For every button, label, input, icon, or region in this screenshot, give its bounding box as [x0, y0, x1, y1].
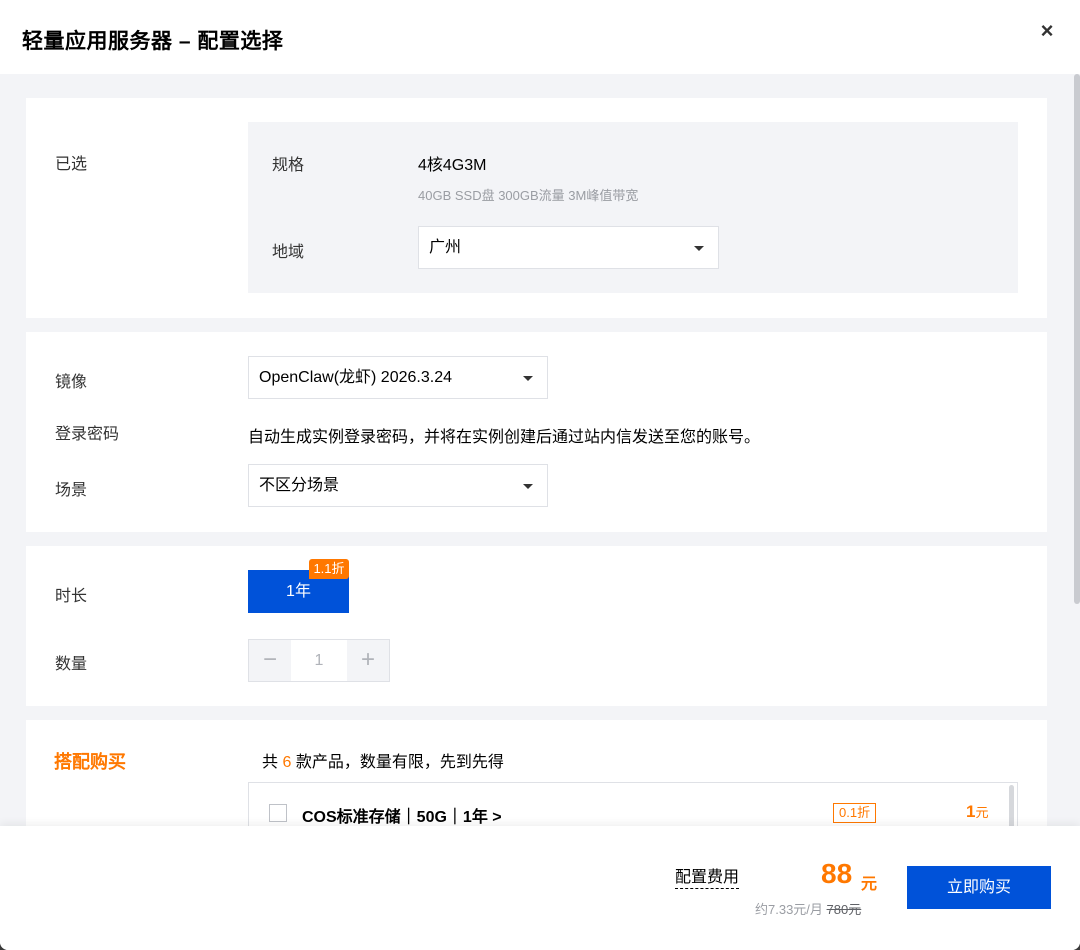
- combo-text-suffix: 款产品，数量有限，先到先得: [295, 754, 504, 771]
- fee-detail: 约7.33元/月 780元: [755, 899, 861, 918]
- combo-item-checkbox[interactable]: [269, 804, 287, 822]
- duration-label: 时长: [55, 588, 88, 605]
- scene-label: 场景: [55, 482, 88, 499]
- buy-now-button[interactable]: 立即购买: [907, 866, 1051, 909]
- selected-section: 已选 规格 4核4G3M 40GB SSD盘 300GB流量 3M峰值带宽 地域…: [26, 98, 1047, 318]
- region-label: 地域: [272, 244, 305, 261]
- config-dialog: 轻量应用服务器 – 配置选择 × 已选 规格 4核4G3M 40GB SSD盘 …: [0, 0, 1080, 950]
- image-select-value: OpenClaw(龙虾) 2026.3.24: [259, 369, 452, 386]
- combo-label: 搭配购买: [54, 752, 126, 772]
- combo-item-name[interactable]: COS标准存储｜50G｜1年 >: [302, 803, 502, 827]
- chevron-down-icon: [694, 246, 704, 251]
- quantity-input[interactable]: 1: [291, 640, 347, 681]
- spec-label: 规格: [272, 157, 305, 174]
- footer-bar: 配置费用 88 元 约7.33元/月 780元 立即购买: [0, 826, 1080, 950]
- selected-label: 已选: [55, 156, 88, 173]
- scene-select[interactable]: 不区分场景: [248, 464, 548, 507]
- fee-unit: 元: [861, 876, 878, 893]
- combo-count: 6: [282, 754, 292, 771]
- duration-section: 时长 1年 1.1折 数量 − 1 +: [26, 546, 1047, 706]
- fee-original-price: 780元: [826, 902, 862, 917]
- combo-item-price: 1元: [966, 802, 988, 822]
- minus-button[interactable]: −: [249, 640, 291, 681]
- region-select[interactable]: 广州: [418, 226, 719, 269]
- chevron-down-icon: [523, 376, 533, 381]
- combo-description: 共 6 款产品，数量有限，先到先得: [262, 748, 504, 772]
- combo-item-price-unit: 元: [975, 805, 989, 820]
- spec-value: 4核4G3M: [418, 157, 487, 174]
- fee-monthly: 约7.33元/月: [755, 902, 823, 917]
- selected-summary-box: 规格 4核4G3M 40GB SSD盘 300GB流量 3M峰值带宽 地域 广州: [248, 122, 1018, 293]
- image-section: 镜像 OpenClaw(龙虾) 2026.3.24 登录密码 自动生成实例登录密…: [26, 332, 1047, 532]
- close-icon[interactable]: ×: [1036, 20, 1058, 42]
- combo-text-prefix: 共: [262, 754, 279, 771]
- quantity-label: 数量: [55, 656, 88, 673]
- dialog-header: 轻量应用服务器 – 配置选择 ×: [0, 0, 1080, 74]
- combo-section: 搭配购买 共 6 款产品，数量有限，先到先得 COS标准存储｜50G｜1年 > …: [26, 720, 1047, 842]
- discount-badge: 1.1折: [309, 559, 349, 579]
- image-select[interactable]: OpenClaw(龙虾) 2026.3.24: [248, 356, 548, 399]
- region-select-value: 广州: [429, 239, 462, 256]
- scene-select-value: 不区分场景: [259, 477, 340, 494]
- password-label: 登录密码: [55, 426, 120, 443]
- combo-item-discount: 0.1折: [833, 803, 877, 823]
- password-description: 自动生成实例登录密码，并将在实例创建后通过站内信发送至您的账号。: [248, 429, 761, 446]
- plus-button[interactable]: +: [347, 640, 389, 681]
- image-label: 镜像: [55, 374, 88, 391]
- fee-value: 88: [821, 858, 853, 889]
- chevron-down-icon: [523, 484, 533, 489]
- dialog-scrollbar[interactable]: [1074, 74, 1080, 604]
- fee-label[interactable]: 配置费用: [675, 868, 740, 889]
- dialog-title: 轻量应用服务器 – 配置选择: [22, 30, 284, 53]
- quantity-stepper: − 1 +: [248, 639, 390, 682]
- spec-detail: 40GB SSD盘 300GB流量 3M峰值带宽: [418, 188, 639, 203]
